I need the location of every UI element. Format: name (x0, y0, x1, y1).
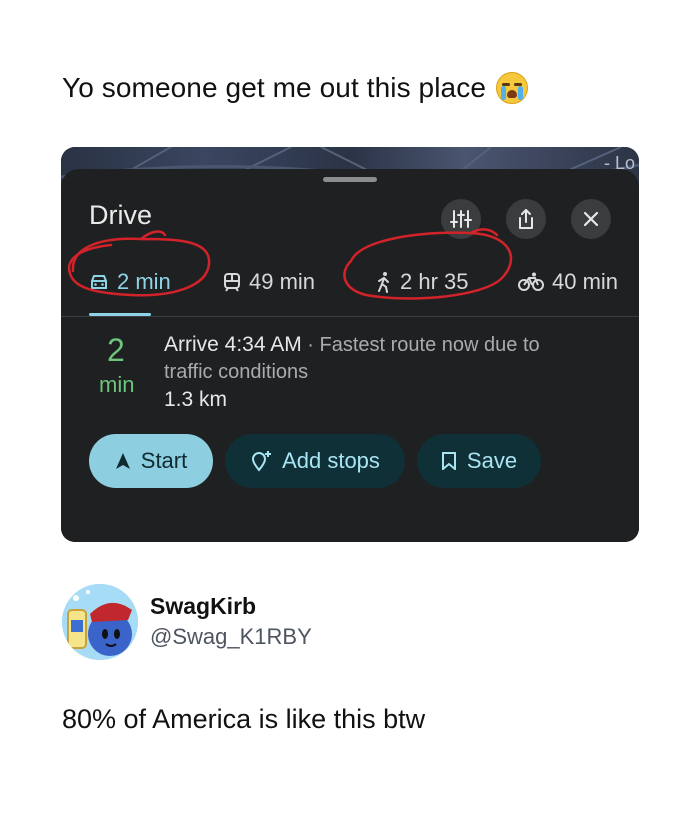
arrival-info: Arrive 4:34 AM · Fastest route now due t… (164, 331, 584, 386)
tab-drive-label: 2 min (117, 269, 171, 294)
directions-sheet: Drive 2 min 49 min 2 hr 35 40 min 2 min … (61, 169, 639, 542)
filter-icon (450, 210, 472, 228)
tab-drive[interactable]: 2 min (89, 261, 171, 303)
post-caption-row: Yo someone get me out this place (62, 72, 528, 104)
tweet-text: 80% of America is like this btw (62, 704, 426, 734)
post-caption: Yo someone get me out this place (62, 72, 486, 103)
add-stops-button[interactable]: Add stops (225, 434, 405, 488)
tab-bike-label: 40 min (552, 269, 619, 294)
avatar[interactable] (62, 584, 138, 660)
maps-screenshot: - Lo Drive 2 min 49 min 2 hr 35 40 min 2… (61, 147, 639, 542)
tab-walk-label: 2 hr 35 (400, 269, 469, 294)
drag-handle[interactable] (323, 177, 377, 182)
tab-transit[interactable]: 49 min (223, 261, 315, 303)
add-stops-label: Add stops (282, 448, 380, 473)
share-button[interactable] (506, 199, 546, 239)
start-button-label: Start (140, 448, 188, 473)
car-icon (91, 275, 107, 289)
filter-button[interactable] (441, 199, 481, 239)
route-distance: 1.3 km (164, 388, 228, 411)
travel-mode-tabs: 2 min 49 min 2 hr 35 40 min (61, 261, 639, 311)
start-button[interactable]: Start (89, 434, 213, 488)
crying-face-icon (496, 72, 528, 104)
tab-transit-label: 49 min (249, 269, 316, 294)
save-button-label: Save (466, 448, 518, 473)
save-button[interactable]: Save (417, 434, 541, 488)
user-handle[interactable]: @Swag_K1RBY (150, 624, 312, 650)
add-location-icon (252, 451, 272, 472)
arrival-time: Arrive 4:34 AM (164, 333, 302, 356)
transit-icon (224, 273, 240, 292)
close-icon (583, 211, 599, 227)
mode-title: Drive (89, 200, 153, 230)
duration-unit: min (99, 372, 135, 397)
navigation-arrow-icon (115, 453, 130, 469)
close-button[interactable] (571, 199, 611, 239)
tab-walk[interactable]: 2 hr 35 (376, 261, 469, 303)
bookmark-icon (441, 452, 456, 470)
display-name[interactable]: SwagKirb (150, 593, 256, 620)
tabs-divider (61, 316, 639, 317)
kirby-avatar-image (62, 584, 138, 660)
bike-icon (518, 272, 544, 291)
duration-value: 2 (107, 332, 125, 368)
share-icon (519, 209, 533, 229)
walk-icon (378, 272, 389, 293)
tab-bike[interactable]: 40 min (518, 261, 618, 303)
